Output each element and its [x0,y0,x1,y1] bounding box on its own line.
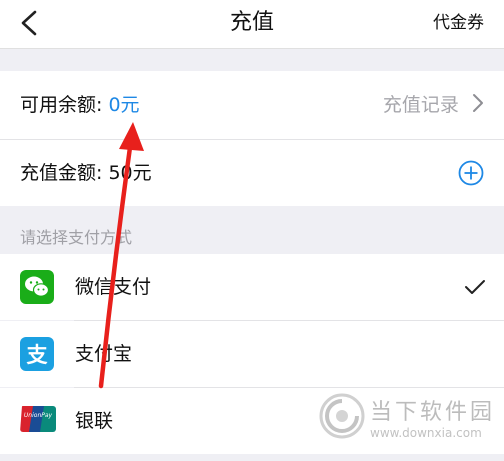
recharge-amount-row: 充值金额: 50元 [0,140,504,206]
balance-value: 0元 [108,94,140,116]
voucher-button[interactable]: 代金券 [433,11,484,35]
svg-text:支: 支 [27,343,49,367]
balance-label-group: 可用余额: 0元 [20,92,140,118]
alipay-icon: 支 [20,337,54,371]
chevron-right-icon [473,94,483,112]
recharge-amount-label: 充值金额: 50元 [20,162,152,184]
checkmark-icon [465,280,485,294]
watermark-name: 当下软件园 [370,400,496,425]
balance-row: 可用余额: 0元 充值记录 [0,71,504,139]
wechat-pay-icon [20,270,54,304]
balance-label: 可用余额: [20,94,109,116]
watermark-logo-icon [319,393,365,439]
navigation-bar: 充值 代金券 [0,0,504,49]
payment-section-label: 请选择支付方式 [20,228,133,247]
watermark-url: www.downxia.com [370,426,482,440]
payment-method-name: 微信支付 [75,276,152,298]
add-amount-button[interactable] [458,160,484,186]
recharge-record-label: 充值记录 [382,94,459,116]
payment-method-name: 银联 [75,410,114,432]
page-title: 充值 [229,10,274,35]
recharge-record-link[interactable]: 充值记录 [383,92,486,118]
payment-method-alipay[interactable]: 支 支付宝 [0,321,504,387]
watermark: 当下软件园 www.downxia.com [318,392,504,461]
plus-circle-icon [458,160,484,186]
unionpay-icon: UnionPay [20,406,56,432]
payment-method-name: 支付宝 [75,343,133,365]
payment-method-wechat[interactable]: 微信支付 [0,254,504,320]
svg-text:UnionPay: UnionPay [24,412,53,419]
